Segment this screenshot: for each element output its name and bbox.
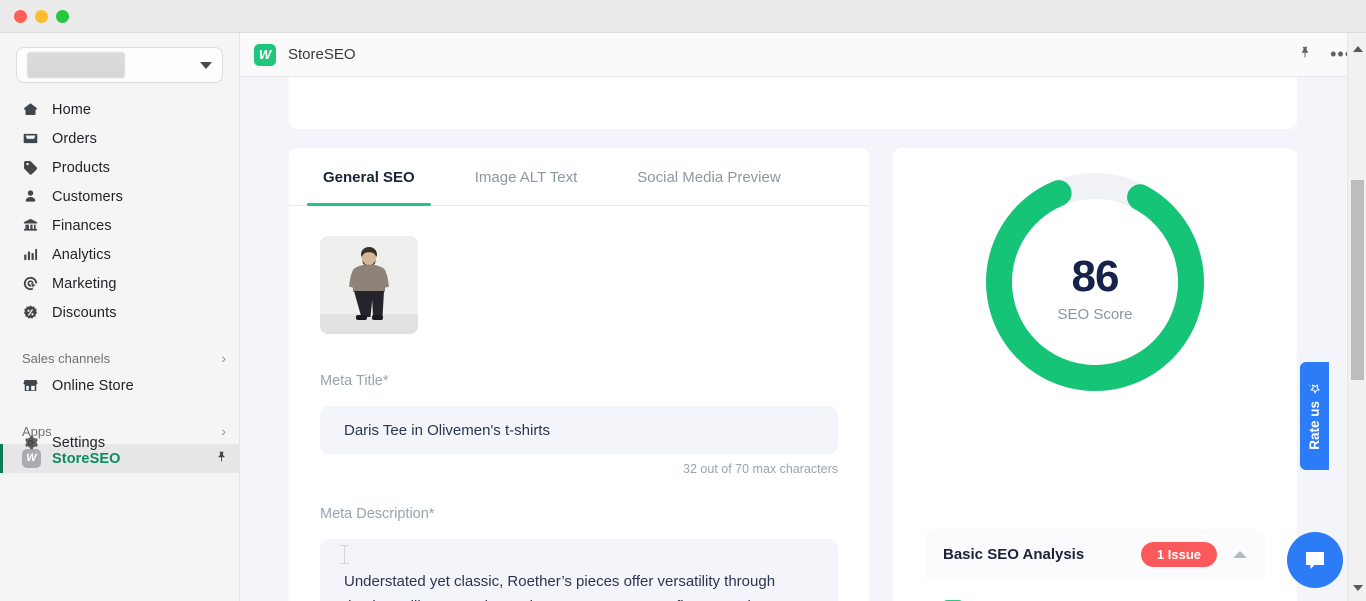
meta-description-input[interactable]: Understated yet classic, Roether’s piece… — [320, 539, 838, 601]
app-window: Home Orders Products Customers Finances … — [0, 0, 1366, 601]
sidebar-item-analytics[interactable]: Analytics — [0, 240, 240, 269]
storeseo-logo-icon: W — [254, 43, 276, 66]
traffic-lights — [14, 10, 69, 23]
seo-score-caption: SEO Score — [1057, 306, 1133, 323]
sidebar-item-label: Analytics — [52, 246, 111, 263]
home-icon — [22, 100, 44, 120]
customer-person-icon — [22, 187, 44, 207]
sidebar-item-label: Online Store — [52, 377, 134, 394]
window-titlebar — [0, 0, 1366, 33]
text-cursor-icon — [340, 545, 349, 564]
basic-seo-analysis-list: ✓ Focus keyword is unique ✓ Focus keywor… — [925, 579, 1265, 601]
tab-label: Social Media Preview — [637, 168, 781, 186]
seo-score-value: 86 — [1071, 252, 1120, 301]
sidebar-item-customers[interactable]: Customers — [0, 182, 240, 211]
meta-title-character-count: 32 out of 70 max characters — [683, 462, 838, 476]
chat-bubble-icon[interactable] — [1287, 532, 1343, 588]
store-name-redacted — [27, 52, 125, 78]
sidebar-item-discounts[interactable]: Discounts — [0, 298, 240, 327]
meta-title-input[interactable]: Daris Tee in Olivemen's t-shirts — [320, 406, 838, 454]
issue-count-badge: 1 Issue — [1140, 541, 1217, 567]
analytics-bars-icon — [22, 245, 44, 265]
app-header: W StoreSEO ••• — [240, 33, 1366, 77]
tab-label: General SEO — [323, 168, 415, 186]
tab-image-alt-text[interactable]: Image ALT Text — [445, 148, 608, 206]
basic-seo-analysis-title: Basic SEO Analysis — [943, 545, 1085, 563]
tab-label: Image ALT Text — [474, 168, 578, 186]
orders-inbox-icon — [22, 129, 44, 149]
embedded-app-frame: W StoreSEO ••• General SEO Image ALT Tex… — [240, 33, 1366, 601]
sidebar-settings-row: Settings — [0, 428, 240, 457]
scrollbar-thumb[interactable] — [1351, 180, 1364, 380]
sidebar-item-online-store[interactable]: Online Store — [0, 371, 240, 400]
marketing-target-icon — [22, 274, 44, 294]
sidebar-item-products[interactable]: Products — [0, 153, 240, 182]
sidebar-item-label: Customers — [52, 188, 123, 205]
chevron-down-icon — [200, 61, 212, 69]
sidebar: Home Orders Products Customers Finances … — [0, 33, 240, 601]
sidebar-item-label: Orders — [52, 130, 97, 147]
sidebar-item-settings[interactable]: Settings — [0, 428, 240, 457]
rate-us-tab[interactable]: Rate us — [1300, 362, 1329, 470]
star-sparkle-icon — [1308, 382, 1321, 395]
meta-description-label: Meta Description* — [320, 506, 435, 522]
sidebar-item-orders[interactable]: Orders — [0, 124, 240, 153]
rate-us-label: Rate us — [1307, 401, 1322, 450]
basic-seo-analysis-header[interactable]: Basic SEO Analysis 1 Issue — [925, 529, 1265, 579]
meta-description-value: Understated yet classic, Roether’s piece… — [344, 573, 776, 601]
page-scrollbar[interactable] — [1347, 33, 1366, 601]
sidebar-item-label: Settings — [52, 434, 106, 451]
partial-card-above — [289, 77, 1297, 129]
sidebar-item-label: Finances — [52, 217, 112, 234]
tab-general-seo[interactable]: General SEO — [293, 148, 445, 206]
close-window-button[interactable] — [14, 10, 27, 23]
sidebar-item-home[interactable]: Home — [0, 95, 240, 124]
basic-seo-analysis-panel: Basic SEO Analysis 1 Issue ✓ Focus keywo… — [925, 529, 1265, 601]
tab-social-media-preview[interactable]: Social Media Preview — [607, 148, 810, 206]
sidebar-item-label: Marketing — [52, 275, 117, 292]
app-title: StoreSEO — [288, 46, 356, 63]
sidebar-nav: Home Orders Products Customers Finances … — [0, 95, 240, 473]
seo-score-card: 86 SEO Score Basic SEO Analysis 1 Issue … — [893, 148, 1297, 601]
sidebar-item-label: Discounts — [52, 304, 117, 321]
app-canvas: General SEO Image ALT Text Social Media … — [240, 77, 1366, 601]
gear-icon — [22, 433, 44, 453]
storefront-icon — [22, 376, 44, 396]
chevron-right-icon: › — [221, 350, 226, 366]
rate-us-inner: Rate us — [1307, 382, 1322, 450]
minimize-window-button[interactable] — [35, 10, 48, 23]
product-tag-icon — [22, 158, 44, 178]
chevron-up-icon[interactable] — [1233, 550, 1247, 558]
seo-score-gauge: 86 SEO Score — [893, 166, 1297, 412]
scroll-down-arrow-icon[interactable] — [1348, 578, 1366, 597]
scroll-up-arrow-icon[interactable] — [1348, 39, 1366, 58]
seo-editor-card: General SEO Image ALT Text Social Media … — [289, 148, 869, 601]
sidebar-section-label: Sales channels — [22, 350, 111, 366]
finances-bank-icon — [22, 216, 44, 236]
meta-title-value: Daris Tee in Olivemen's t-shirts — [344, 421, 550, 439]
sidebar-item-label: Products — [52, 159, 111, 176]
app-header-actions: ••• — [1298, 45, 1352, 65]
seo-tabs: General SEO Image ALT Text Social Media … — [289, 148, 869, 206]
pin-icon[interactable] — [1298, 45, 1312, 65]
discount-percent-icon — [22, 303, 44, 323]
store-selector[interactable] — [16, 47, 223, 83]
sidebar-item-marketing[interactable]: Marketing — [0, 269, 240, 298]
sidebar-section-sales-channels[interactable]: Sales channels › — [0, 345, 240, 371]
zoom-window-button[interactable] — [56, 10, 69, 23]
sidebar-item-label: Home — [52, 101, 92, 118]
sidebar-item-finances[interactable]: Finances — [0, 211, 240, 240]
list-item: ✓ Focus keyword is unique — [925, 591, 1265, 601]
meta-title-label: Meta Title* — [320, 373, 389, 389]
product-thumbnail[interactable] — [320, 236, 418, 334]
